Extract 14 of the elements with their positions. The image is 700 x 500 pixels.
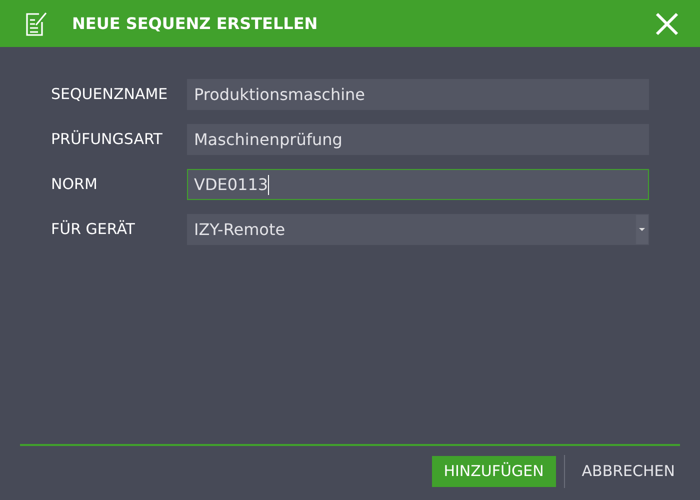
input-field[interactable]: VDE0113 — [187, 169, 649, 200]
input-field[interactable]: Produktionsmaschine — [187, 79, 649, 110]
add-button[interactable]: HINZUFÜGEN — [432, 456, 556, 487]
cancel-button[interactable]: ABBRECHEN — [572, 456, 684, 487]
close-button[interactable] — [654, 10, 680, 36]
field-label: NORM — [51, 174, 98, 196]
field-label: SEQUENZNAME — [51, 84, 169, 106]
input-field[interactable]: Maschinenprüfung — [187, 124, 649, 155]
caret-icon — [639, 228, 645, 231]
field-label: PRÜFUNGSART — [51, 129, 164, 150]
checklist-icon — [24, 10, 48, 36]
field-label: FÜR GERÄT — [51, 219, 136, 240]
window-title: NEUE SEQUENZ ERSTELLEN — [72, 12, 318, 34]
dropdown[interactable]: IZY-Remote — [187, 214, 649, 245]
